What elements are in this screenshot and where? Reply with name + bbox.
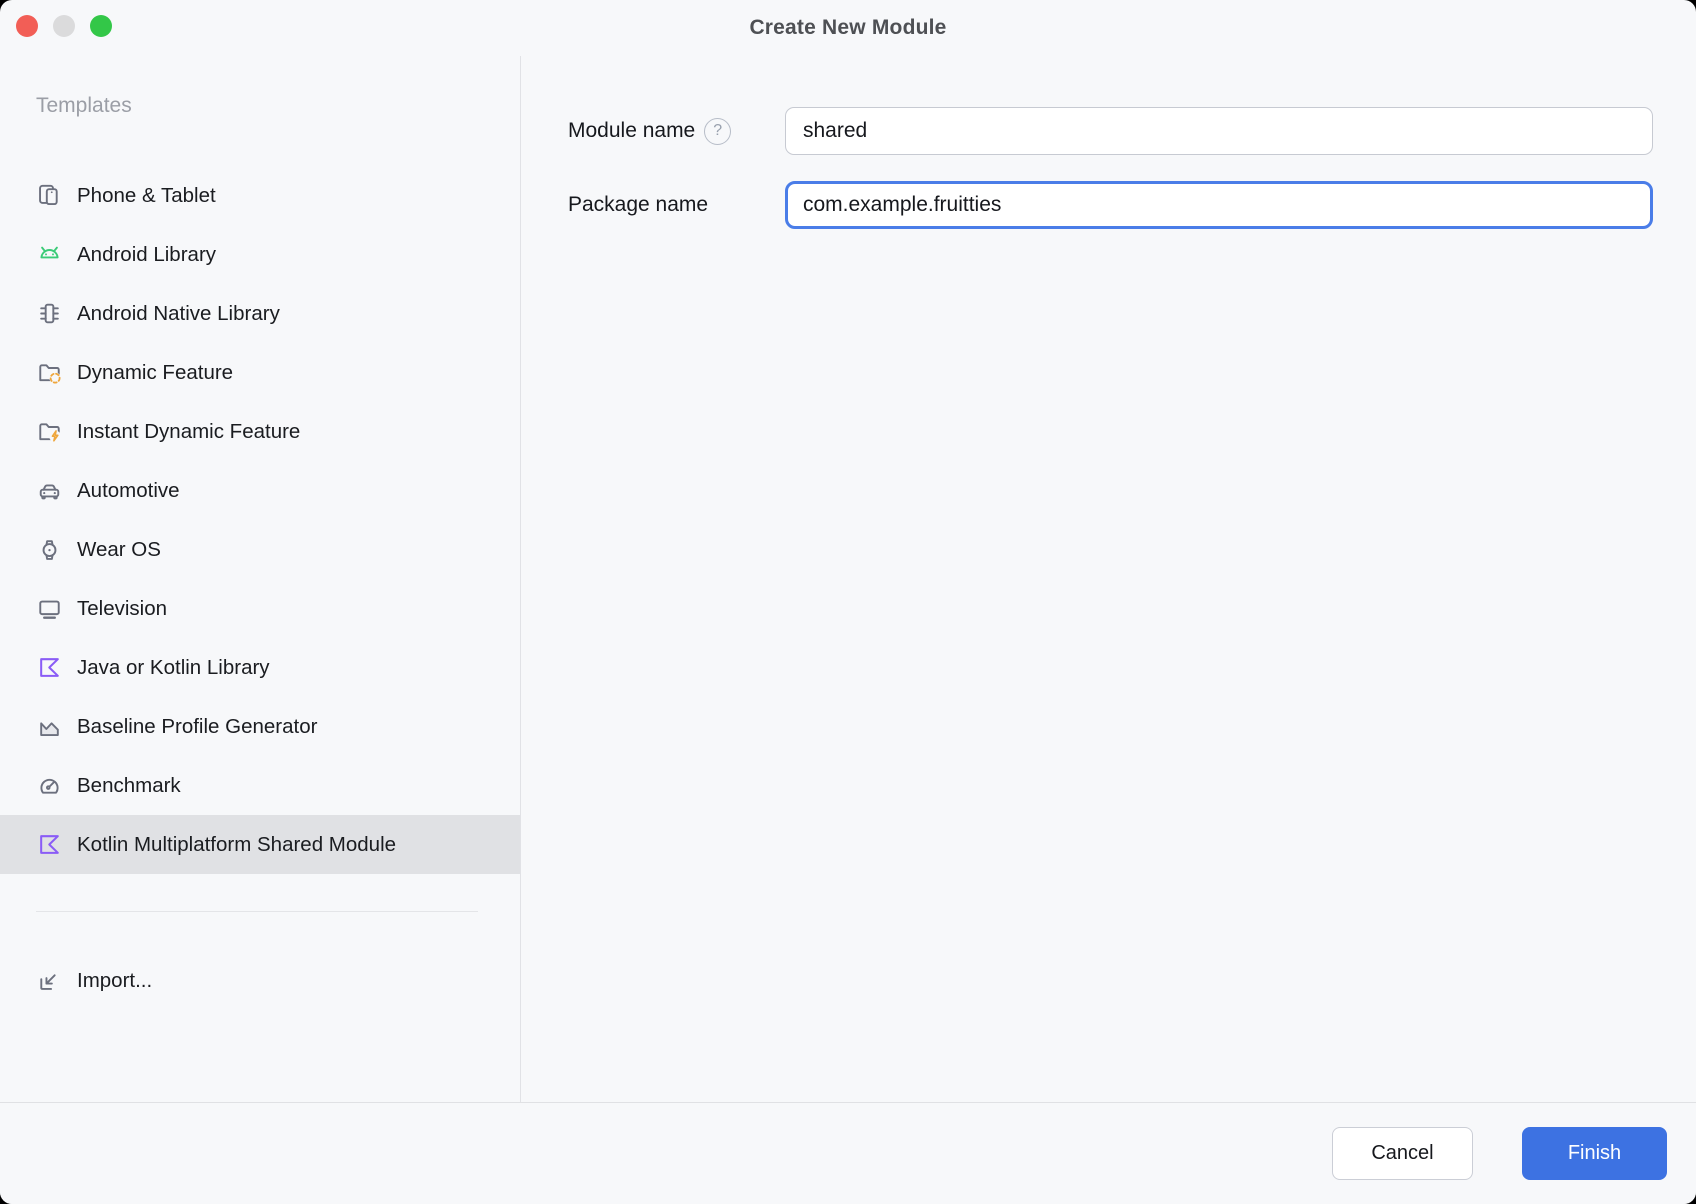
cancel-button[interactable]: Cancel [1332,1127,1473,1180]
sidebar-item-wear-os[interactable]: Wear OS [0,520,520,579]
sidebar-item-label: Kotlin Multiplatform Shared Module [77,833,396,857]
sidebar-item-instant-dynamic-feature[interactable]: Instant Dynamic Feature [0,402,520,461]
sidebar-item-label: Phone & Tablet [77,184,216,208]
android-icon [36,241,63,268]
module-name-label: Module name [568,119,695,143]
car-icon [36,477,63,504]
sidebar-item-automotive[interactable]: Automotive [0,461,520,520]
sidebar-item-label: Benchmark [77,774,181,798]
templates-sidebar: Templates Phone & Tablet [0,56,521,1102]
chart-icon [36,713,63,740]
sidebar-item-baseline-profile-generator[interactable]: Baseline Profile Generator [0,697,520,756]
chip-icon [36,300,63,327]
folder-dashed-icon [36,359,63,386]
watch-icon [36,536,63,563]
zoom-button[interactable] [90,15,112,37]
package-name-label: Package name [568,193,708,217]
phone-tablet-icon [36,182,63,209]
sidebar-item-label: Android Native Library [77,302,280,326]
window-title: Create New Module [749,16,946,40]
package-name-row: Package name [568,181,1653,229]
templates-heading: Templates [36,94,520,118]
sidebar-divider [36,911,478,912]
sidebar-item-label: Instant Dynamic Feature [77,420,300,444]
close-button[interactable] [16,15,38,37]
template-list: Phone & Tablet Android Library [0,166,520,874]
sidebar-item-import[interactable]: Import... [0,951,520,1010]
sidebar-item-kotlin-multiplatform-shared-module[interactable]: Kotlin Multiplatform Shared Module [0,815,520,874]
sidebar-item-label: Baseline Profile Generator [77,715,317,739]
sidebar-item-phone-tablet[interactable]: Phone & Tablet [0,166,520,225]
sidebar-item-label: Import... [77,969,152,993]
sidebar-item-television[interactable]: Television [0,579,520,638]
sidebar-item-label: Java or Kotlin Library [77,656,270,680]
folder-bolt-icon [36,418,63,445]
dialog-footer: Cancel Finish [0,1102,1696,1204]
sidebar-item-android-native-library[interactable]: Android Native Library [0,284,520,343]
minimize-button[interactable] [53,15,75,37]
sidebar-item-java-kotlin-library[interactable]: Java or Kotlin Library [0,638,520,697]
help-icon[interactable]: ? [704,118,731,145]
import-icon [36,967,63,994]
kotlin-icon [36,654,63,681]
sidebar-item-label: Automotive [77,479,180,503]
titlebar: Create New Module [0,0,1696,56]
sidebar-item-label: Wear OS [77,538,161,562]
module-name-row: Module name ? [568,107,1653,155]
kotlin-icon [36,831,63,858]
create-new-module-dialog: Create New Module Templates Phone & Tabl… [0,0,1696,1204]
sidebar-item-label: Android Library [77,243,216,267]
sidebar-item-label: Dynamic Feature [77,361,233,385]
sidebar-item-dynamic-feature[interactable]: Dynamic Feature [0,343,520,402]
sidebar-item-benchmark[interactable]: Benchmark [0,756,520,815]
traffic-lights [16,15,112,37]
module-form: Module name ? Package name [521,56,1696,1102]
sidebar-item-label: Television [77,597,167,621]
finish-button[interactable]: Finish [1522,1127,1667,1180]
module-name-input[interactable] [785,107,1653,155]
sidebar-item-android-library[interactable]: Android Library [0,225,520,284]
gauge-icon [36,772,63,799]
tv-icon [36,595,63,622]
package-name-input[interactable] [785,181,1653,229]
